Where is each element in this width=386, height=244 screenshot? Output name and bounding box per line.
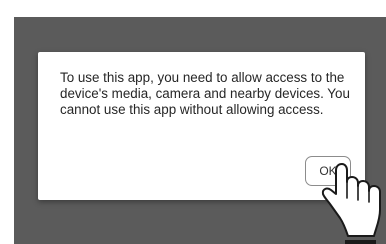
permission-dialog: To use this app, you need to allow acces…	[38, 52, 365, 200]
screen: To use this app, you need to allow acces…	[0, 0, 386, 244]
dialog-message: To use this app, you need to allow acces…	[60, 70, 350, 117]
tap-hand-icon	[321, 163, 381, 244]
